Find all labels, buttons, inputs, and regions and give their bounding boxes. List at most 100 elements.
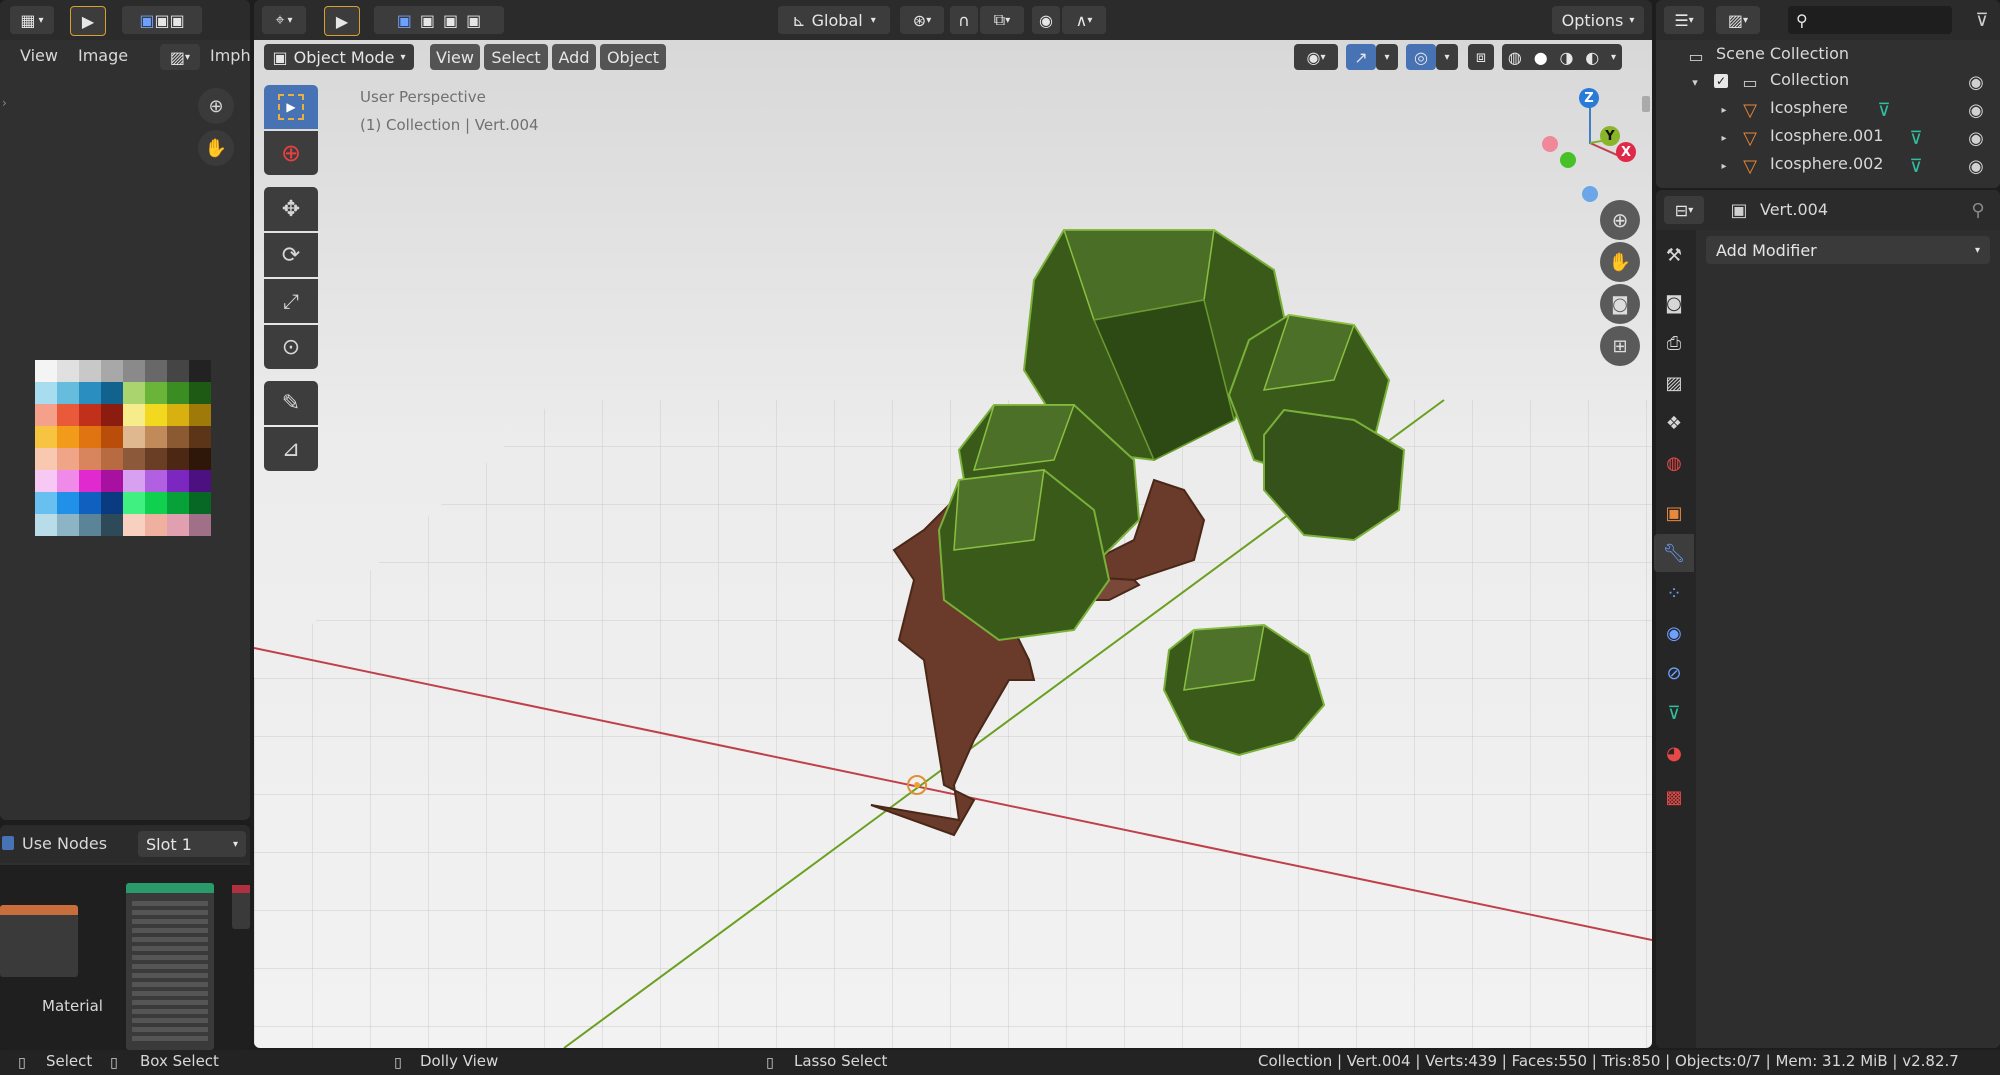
pan-button[interactable]: ✋ <box>198 130 234 166</box>
tool-scale[interactable]: ⤢ <box>264 279 318 323</box>
expand-arrow-icon[interactable]: ▸ <box>1718 154 1730 178</box>
menu-select[interactable]: Select <box>484 44 548 70</box>
outliner-search-input[interactable]: ⚲ <box>1788 6 1952 34</box>
tab-object[interactable]: ▣ <box>1654 494 1694 532</box>
eye-icon[interactable]: ◉ <box>1966 128 1986 149</box>
expand-arrow-icon[interactable]: ▸ <box>1718 126 1730 150</box>
menu-object[interactable]: Object <box>600 44 666 70</box>
sidebar-toggle-arrow[interactable] <box>1642 96 1650 112</box>
tab-particles[interactable]: ⁘ <box>1654 574 1694 612</box>
menu-view[interactable]: View <box>20 46 58 65</box>
tab-physics[interactable]: ◉ <box>1654 614 1694 652</box>
tab-material[interactable]: ◕ <box>1654 734 1694 772</box>
snap-target-dropdown[interactable]: ⧉ ▾ <box>980 6 1024 34</box>
outliner-item-icosphere-001[interactable]: ▸ ▽ Icosphere.001 ⊽ ◉ <box>1656 124 2000 152</box>
navigation-gizmo[interactable]: Z Y X <box>1530 86 1650 206</box>
menu-image[interactable]: Image <box>78 46 128 65</box>
overlays-toggle[interactable]: ◎ <box>1406 44 1436 70</box>
tool-annotate[interactable]: ✎ <box>264 381 318 425</box>
y-axis-ball[interactable]: Y <box>1600 126 1620 146</box>
collection-row[interactable]: ▾ ✓ ▭ Collection ◉ <box>1656 68 2000 96</box>
rendered-shading-icon[interactable]: ◐ <box>1585 48 1599 67</box>
tab-object-data[interactable]: ⊽ <box>1654 694 1694 732</box>
tab-scene[interactable]: ❖ <box>1654 404 1694 442</box>
editor-type-button[interactable]: ⌖ ▾ <box>262 6 306 34</box>
tool-transform[interactable]: ⊙ <box>264 325 318 369</box>
zoom-button[interactable]: ⊕ <box>198 88 234 124</box>
expand-arrow-icon[interactable]: ▾ <box>1688 70 1702 94</box>
add-modifier-dropdown[interactable]: Add Modifier ▾ <box>1706 236 1990 264</box>
properties-editor-type-button[interactable]: ⊟ ▾ <box>1664 196 1704 224</box>
outliner-item-icosphere[interactable]: ▸ ▽ Icosphere ⊽ ◉ <box>1656 96 2000 124</box>
node-canvas[interactable]: Material <box>0 865 250 1050</box>
x-axis-ball[interactable]: X <box>1616 142 1636 162</box>
left-panel-collapse-arrow[interactable]: › <box>2 96 7 110</box>
tab-output[interactable]: ⎙ <box>1654 324 1694 362</box>
collection-checkbox[interactable]: ✓ <box>1714 74 1728 88</box>
tab-texture[interactable]: ▩ <box>1654 778 1694 816</box>
display-mode-dropdown[interactable]: ▨ ▾ <box>1716 6 1760 34</box>
principled-bsdf-node[interactable] <box>126 883 214 1050</box>
viewport-canvas[interactable]: ▣ Object Mode ▾ View Select Add Object ◉ ▾ … <box>254 40 1652 1048</box>
z-axis-ball[interactable]: Z <box>1579 88 1599 108</box>
outliner-item-icosphere-002[interactable]: ▸ ▽ Icosphere.002 ⊽ ◉ <box>1656 152 2000 180</box>
outliner-editor-type-button[interactable]: ☰ ▾ <box>1664 6 1704 34</box>
select-mode-button[interactable]: ▶ <box>70 6 106 36</box>
proportional-edit-toggle[interactable]: ◉ <box>1032 6 1060 34</box>
zoom-view-button[interactable]: ⊕ <box>1600 200 1640 240</box>
falloff-dropdown[interactable]: ∧ ▾ <box>1062 6 1106 34</box>
tab-view-layer[interactable]: ▨ <box>1654 364 1694 402</box>
eye-icon[interactable]: ◉ <box>1966 100 1986 121</box>
scene-collection-row[interactable]: ▭ Scene Collection <box>1656 42 2000 70</box>
gizmo-dropdown[interactable]: ▾ <box>1376 44 1398 70</box>
options-dropdown[interactable]: Options ▾ <box>1552 6 1644 34</box>
material-output-node[interactable] <box>232 885 250 929</box>
mode-dropdown[interactable]: ▣ Object Mode ▾ <box>264 44 414 70</box>
eye-icon[interactable]: ◉ <box>1966 156 1986 177</box>
tool-select-box[interactable]: ▶ <box>264 85 318 129</box>
neg-x-axis-ball[interactable] <box>1542 136 1558 152</box>
use-nodes-checkbox[interactable] <box>2 836 14 850</box>
menu-add[interactable]: Add <box>552 44 596 70</box>
shading-modes-group[interactable]: ◍ ● ◑ ◐ ▾ <box>1502 44 1622 70</box>
tab-world[interactable]: ◍ <box>1654 444 1694 482</box>
selection-modes-group[interactable]: ▣ ▣ ▣ ▣ <box>374 6 504 34</box>
pivot-point-dropdown[interactable]: ⊛ ▾ <box>900 6 944 34</box>
snap-toggle[interactable]: ∩ <box>950 6 978 34</box>
solid-shading-icon[interactable]: ● <box>1534 48 1548 67</box>
slot-dropdown[interactable]: Slot 1 ▾ <box>138 831 246 857</box>
tool-move[interactable]: ✥ <box>264 187 318 231</box>
menu-view[interactable]: View <box>430 44 480 70</box>
transform-orientation-dropdown[interactable]: ⊾ Global ▾ <box>778 6 890 34</box>
viewport-3d[interactable]: ⌖ ▾ ▶ ▣ ▣ ▣ ▣ ⊾ Global ▾ ⊛ ▾ ∩ ⧉ ▾ ◉ ∧ ▾ Options ▾ <box>254 0 1652 1048</box>
filter-icon[interactable]: ⊽ <box>1968 6 1996 34</box>
visibility-dropdown[interactable]: ◉ ▾ <box>1294 44 1338 70</box>
material-shading-icon[interactable]: ◑ <box>1559 48 1573 67</box>
expand-arrow-icon[interactable]: ▸ <box>1718 98 1730 122</box>
image-texture-node[interactable] <box>0 905 78 977</box>
tab-render[interactable]: ◙ <box>1654 284 1694 322</box>
tool-measure[interactable]: ⊿ <box>264 427 318 471</box>
overlays-dropdown[interactable]: ▾ <box>1436 44 1458 70</box>
neg-y-axis-ball[interactable] <box>1560 152 1576 168</box>
selection-modes-group[interactable]: ▣ ▣ ▣ <box>122 6 202 34</box>
image-name-field[interactable]: Imph <box>210 46 250 65</box>
color-palette-image[interactable] <box>35 360 213 538</box>
tool-rotate[interactable]: ⟳ <box>264 233 318 277</box>
editor-type-button[interactable]: ▦ ▾ <box>10 6 54 34</box>
gizmo-toggle[interactable]: ↗ <box>1346 44 1376 70</box>
camera-view-button[interactable]: ◙ <box>1600 284 1640 324</box>
tool-cursor[interactable]: ⊕ <box>264 131 318 175</box>
neg-z-axis-ball[interactable] <box>1582 186 1598 202</box>
wireframe-shading-icon[interactable]: ◍ <box>1508 48 1522 67</box>
tab-constraints[interactable]: ⊘ <box>1654 654 1694 692</box>
xray-toggle[interactable]: ⧈ <box>1468 44 1494 70</box>
image-browse-button[interactable]: ▨ ▾ <box>160 44 200 70</box>
select-tool-mode-button[interactable]: ▶ <box>324 6 360 36</box>
tab-tool[interactable]: ⚒ <box>1654 236 1694 274</box>
tab-modifiers[interactable]: 🔧︎ <box>1654 534 1694 572</box>
perspective-toggle-button[interactable]: ⊞ <box>1600 326 1640 366</box>
pin-icon[interactable]: ⚲ <box>1966 198 1990 222</box>
pan-view-button[interactable]: ✋ <box>1600 242 1640 282</box>
eye-icon[interactable]: ◉ <box>1966 72 1986 93</box>
